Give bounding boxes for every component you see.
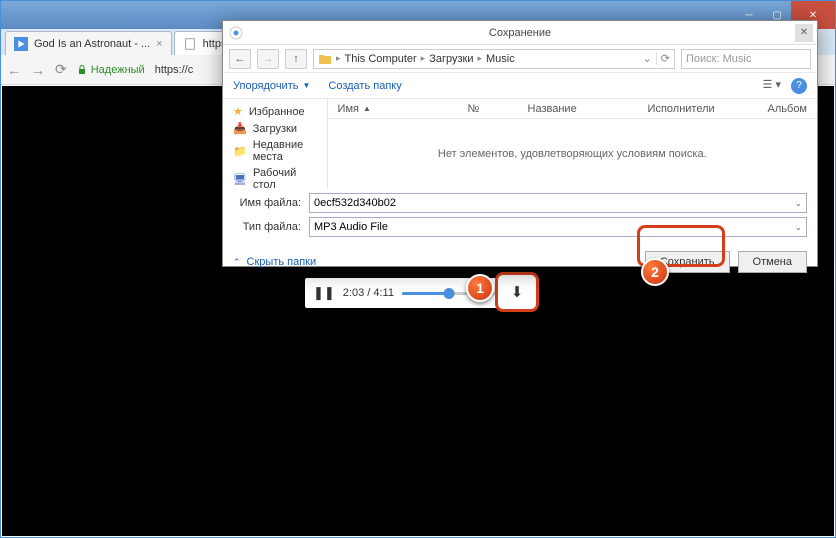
chevron-right-icon: ▸	[477, 53, 482, 64]
folder-icon: 📁	[233, 145, 247, 158]
nav-forward-button[interactable]: →	[257, 49, 279, 69]
star-icon: ★	[233, 105, 243, 118]
sidebar-label: Рабочий стол	[253, 167, 317, 191]
hide-folders-label: Скрыть папки	[247, 256, 317, 268]
column-header[interactable]: Название	[528, 103, 628, 115]
file-list-area: Имя▲ № Название Исполнители Альбом Нет э…	[328, 99, 817, 189]
breadcrumb[interactable]: ▸ This Computer ▸ Загрузки ▸ Music ⌄ ⟳	[313, 49, 675, 69]
dialog-fields: Имя файла: 0ecf532d340b02 ⌄ Тип файла: MP…	[223, 189, 817, 245]
breadcrumb-segment[interactable]: Загрузки	[429, 53, 473, 65]
tab-close-icon[interactable]: ×	[156, 38, 162, 50]
cancel-button[interactable]: Отмена	[738, 251, 807, 273]
player-time: 2:03 / 4:11	[343, 287, 394, 299]
new-folder-button[interactable]: Создать папку	[328, 80, 401, 92]
dialog-title: Сохранение	[489, 27, 551, 39]
chevron-down-icon: ▼	[302, 81, 310, 90]
hide-folders-toggle[interactable]: ⌃ Скрыть папки	[233, 256, 316, 268]
sidebar-label: Избранное	[249, 106, 305, 118]
column-header[interactable]: Исполнители	[648, 103, 748, 115]
chrome-icon	[229, 26, 243, 40]
browser-tab[interactable]: God Is an Astronaut - ... ×	[5, 31, 172, 55]
chevron-right-icon: ▸	[336, 53, 341, 64]
folder-icon: 📥	[233, 122, 247, 135]
dialog-body: ★ Избранное 📥 Загрузки 📁 Недавние места 🖥 Ра…	[223, 99, 817, 189]
breadcrumb-segment[interactable]: This Computer	[345, 53, 417, 65]
breadcrumb-segment[interactable]: Music	[486, 53, 515, 65]
dialog-titlebar: Сохранение ✕	[223, 21, 817, 45]
secure-label: Надежный	[91, 64, 145, 76]
column-header[interactable]: Альбом	[768, 103, 807, 115]
save-dialog: Сохранение ✕ ← → ↑ ▸ This Computer ▸ Заг…	[222, 20, 818, 267]
help-icon[interactable]: ?	[791, 78, 807, 94]
filetype-label: Тип файла:	[233, 221, 309, 233]
new-folder-label: Создать папку	[328, 80, 401, 92]
sort-icon: ▲	[363, 104, 371, 113]
column-header[interactable]: №	[468, 103, 508, 115]
view-options-icon[interactable]: ☰ ▾	[763, 78, 781, 94]
tab-label: God Is an Astronaut - ...	[34, 38, 150, 50]
filename-value: 0ecf532d340b02	[314, 197, 396, 209]
dialog-nav: ← → ↑ ▸ This Computer ▸ Загрузки ▸ Music…	[223, 45, 817, 73]
breadcrumb-dropdown-icon[interactable]: ⌄	[643, 52, 652, 65]
filetype-value: MP3 Audio File	[314, 221, 388, 233]
sidebar-item-recent[interactable]: 📁 Недавние места	[223, 137, 327, 165]
play-icon	[14, 37, 28, 51]
desktop-icon: 🖥	[233, 173, 247, 186]
dialog-footer: ⌃ Скрыть папки Сохранить Отмена	[223, 245, 817, 279]
organize-label: Упорядочить	[233, 80, 298, 92]
pause-icon[interactable]: ❚❚	[313, 285, 335, 301]
sidebar-label: Загрузки	[253, 123, 297, 135]
nav-back-button[interactable]: ←	[229, 49, 251, 69]
sidebar-label: Недавние места	[253, 139, 317, 163]
dialog-close-button[interactable]: ✕	[795, 24, 813, 42]
secure-indicator: Надежный	[77, 64, 145, 76]
chevron-down-icon[interactable]: ⌄	[794, 222, 802, 233]
sidebar-item-favorites[interactable]: ★ Избранное	[223, 103, 327, 120]
download-icon[interactable]: ⬇	[511, 283, 524, 301]
back-icon[interactable]: ←	[7, 62, 21, 78]
filetype-select[interactable]: MP3 Audio File ⌄	[309, 217, 807, 237]
column-header[interactable]: Имя▲	[338, 103, 448, 115]
chevron-right-icon: ▸	[421, 53, 426, 64]
filename-input[interactable]: 0ecf532d340b02 ⌄	[309, 193, 807, 213]
refresh-icon[interactable]: ⟳	[656, 52, 670, 65]
search-input[interactable]: Поиск: Music	[681, 49, 811, 69]
lock-icon	[77, 65, 87, 75]
chevron-down-icon[interactable]: ⌄	[794, 198, 802, 209]
page-icon	[183, 37, 197, 51]
column-headers: Имя▲ № Название Исполнители Альбом	[328, 99, 817, 119]
callout-2: 2	[641, 258, 669, 286]
search-placeholder: Поиск: Music	[686, 53, 751, 65]
sidebar-item-desktop[interactable]: 🖥 Рабочий стол	[223, 165, 327, 193]
organize-menu[interactable]: Упорядочить ▼	[233, 80, 310, 92]
seek-thumb[interactable]	[444, 288, 455, 299]
folder-icon	[318, 52, 332, 66]
sidebar-item-downloads[interactable]: 📥 Загрузки	[223, 120, 327, 137]
seek-fill	[402, 292, 449, 295]
chevron-up-icon: ⌃	[233, 257, 241, 268]
empty-message: Нет элементов, удовлетворяющих условиям …	[328, 119, 817, 189]
reload-icon[interactable]: ⟳	[55, 61, 67, 78]
forward-icon[interactable]: →	[31, 62, 45, 78]
dialog-sidebar: ★ Избранное 📥 Загрузки 📁 Недавние места 🖥 Ра…	[223, 99, 328, 189]
filename-label: Имя файла:	[233, 197, 309, 209]
callout-1: 1	[466, 274, 494, 302]
url-text: https://c	[155, 64, 194, 76]
dialog-toolbar: Упорядочить ▼ Создать папку ☰ ▾ ?	[223, 73, 817, 99]
nav-up-button[interactable]: ↑	[285, 49, 307, 69]
